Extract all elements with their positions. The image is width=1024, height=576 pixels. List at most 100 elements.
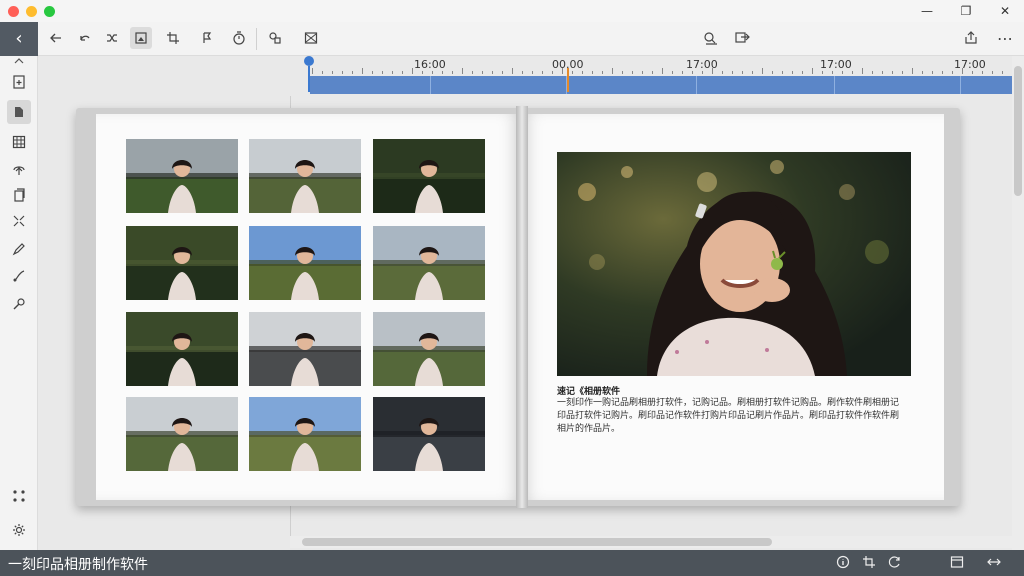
ruler-tick: [762, 68, 763, 74]
page-icon[interactable]: [7, 100, 31, 124]
copy-icon[interactable]: [7, 183, 31, 207]
page-layout-icon[interactable]: [130, 27, 152, 49]
ruler-tick: [992, 71, 993, 74]
app-name: 一刻印品相册制作软件: [8, 557, 148, 573]
photo-thumbnail[interactable]: [373, 312, 485, 386]
connect-icon[interactable]: [7, 484, 31, 508]
horizontal-scrollbar[interactable]: [290, 536, 1012, 548]
photo-thumbnail[interactable]: [373, 139, 485, 213]
crop-icon[interactable]: [862, 555, 876, 572]
timeline-marker[interactable]: [567, 68, 569, 92]
ruler-tick: [982, 71, 983, 74]
vertical-scrollbar[interactable]: [1012, 56, 1024, 550]
time-label: 16:00: [414, 58, 446, 71]
photo-thumbnail[interactable]: [249, 139, 361, 213]
info-icon[interactable]: [836, 555, 850, 572]
path-icon[interactable]: [7, 264, 31, 288]
tools-icon[interactable]: [7, 292, 31, 316]
ruler-tick: [562, 68, 563, 74]
add-page-icon[interactable]: [7, 70, 31, 94]
crop-icon[interactable]: [162, 27, 184, 49]
settings-icon[interactable]: [7, 518, 31, 542]
photo-thumbnail[interactable]: [249, 312, 361, 386]
timer-icon[interactable]: [228, 27, 250, 49]
text-icon[interactable]: [197, 27, 219, 49]
photo-thumbnail[interactable]: [249, 397, 361, 471]
ruler-tick: [712, 68, 713, 74]
timeline-track[interactable]: [310, 76, 1012, 94]
vertical-scroll-thumb[interactable]: [1014, 66, 1022, 196]
undo-icon[interactable]: [74, 27, 96, 49]
preview-icon[interactable]: [700, 27, 722, 49]
ruler-tick: [852, 71, 853, 74]
ruler-tick: [742, 71, 743, 74]
minimize-button[interactable]: —: [918, 2, 936, 20]
refresh-icon[interactable]: [888, 555, 902, 572]
ruler-tick: [452, 71, 453, 74]
grid-icon[interactable]: [950, 555, 964, 572]
hero-photo[interactable]: [557, 152, 911, 376]
ruler-tick: [662, 68, 663, 74]
close-button[interactable]: ✕: [996, 2, 1014, 20]
ruler-tick: [642, 71, 643, 74]
horizontal-scroll-thumb[interactable]: [302, 538, 772, 546]
photo-thumbnail[interactable]: [126, 397, 238, 471]
ruler-tick: [972, 71, 973, 74]
image-frame-icon[interactable]: [300, 27, 322, 49]
photo-thumbnail[interactable]: [249, 226, 361, 300]
left-page[interactable]: [96, 114, 520, 500]
photo-thumbnail[interactable]: [373, 397, 485, 471]
ruler-tick: [892, 71, 893, 74]
ruler-tick: [492, 71, 493, 74]
window-titlebar: — ❐ ✕: [0, 0, 1024, 22]
arrows-icon[interactable]: [986, 555, 1002, 572]
export-icon[interactable]: [732, 27, 754, 49]
ruler-tick: [522, 71, 523, 74]
arrow-left-icon[interactable]: [45, 27, 67, 49]
ruler-tick: [772, 71, 773, 74]
ruler-tick: [1002, 71, 1003, 74]
toolbar-separator: [256, 28, 257, 50]
ruler-tick: [392, 71, 393, 74]
photo-thumbnail[interactable]: [126, 312, 238, 386]
transform-icon[interactable]: [7, 209, 31, 233]
shuffle-icon[interactable]: [101, 27, 123, 49]
photo-thumbnail[interactable]: [373, 226, 485, 300]
minimize-traffic-light[interactable]: [26, 6, 37, 17]
playhead-line: [308, 66, 310, 92]
playhead-handle[interactable]: [304, 56, 314, 66]
zoom-traffic-light[interactable]: [44, 6, 55, 17]
back-button[interactable]: ‹: [0, 22, 38, 56]
ruler-tick: [722, 71, 723, 74]
ruler-tick: [482, 71, 483, 74]
grid-icon[interactable]: [7, 130, 31, 154]
right-page[interactable]: 速记《相册软件 一刻印作一购记品刷相册打软件，记购记品。刷相册打软件记购品。刷作…: [522, 114, 944, 500]
shapes-icon[interactable]: [264, 27, 286, 49]
ruler-tick: [782, 71, 783, 74]
time-label: 17:00: [820, 58, 852, 71]
photo-thumbnail[interactable]: [126, 226, 238, 300]
collapse-up-icon[interactable]: [7, 54, 31, 68]
ruler-tick: [382, 71, 383, 74]
ruler-tick: [952, 71, 953, 74]
ruler-tick: [682, 71, 683, 74]
restore-button[interactable]: ❐: [957, 2, 975, 20]
photo-thumbnail[interactable]: [126, 139, 238, 213]
timeline[interactable]: 16:00 00.00 17:00 17:00 17:00: [298, 56, 1012, 96]
ruler-tick: [312, 68, 313, 74]
caption-title[interactable]: 速记《相册软件: [557, 384, 620, 397]
close-traffic-light[interactable]: [8, 6, 19, 17]
ruler-tick: [322, 71, 323, 74]
more-button[interactable]: ⋯: [994, 27, 1016, 49]
pen-icon[interactable]: [7, 237, 31, 261]
ruler-tick: [962, 68, 963, 74]
upload-icon[interactable]: [7, 157, 31, 181]
ruler-tick: [732, 71, 733, 74]
ruler-tick: [352, 71, 353, 74]
share-icon[interactable]: [960, 27, 982, 49]
caption-body[interactable]: 一刻印作一购记品刷相册打软件，记购记品。刷相册打软件记购品。刷作软件刷相册记印品…: [557, 397, 907, 436]
book-spine: [516, 106, 528, 508]
ruler-tick: [672, 71, 673, 74]
ruler-tick: [362, 68, 363, 74]
ruler-tick: [342, 71, 343, 74]
